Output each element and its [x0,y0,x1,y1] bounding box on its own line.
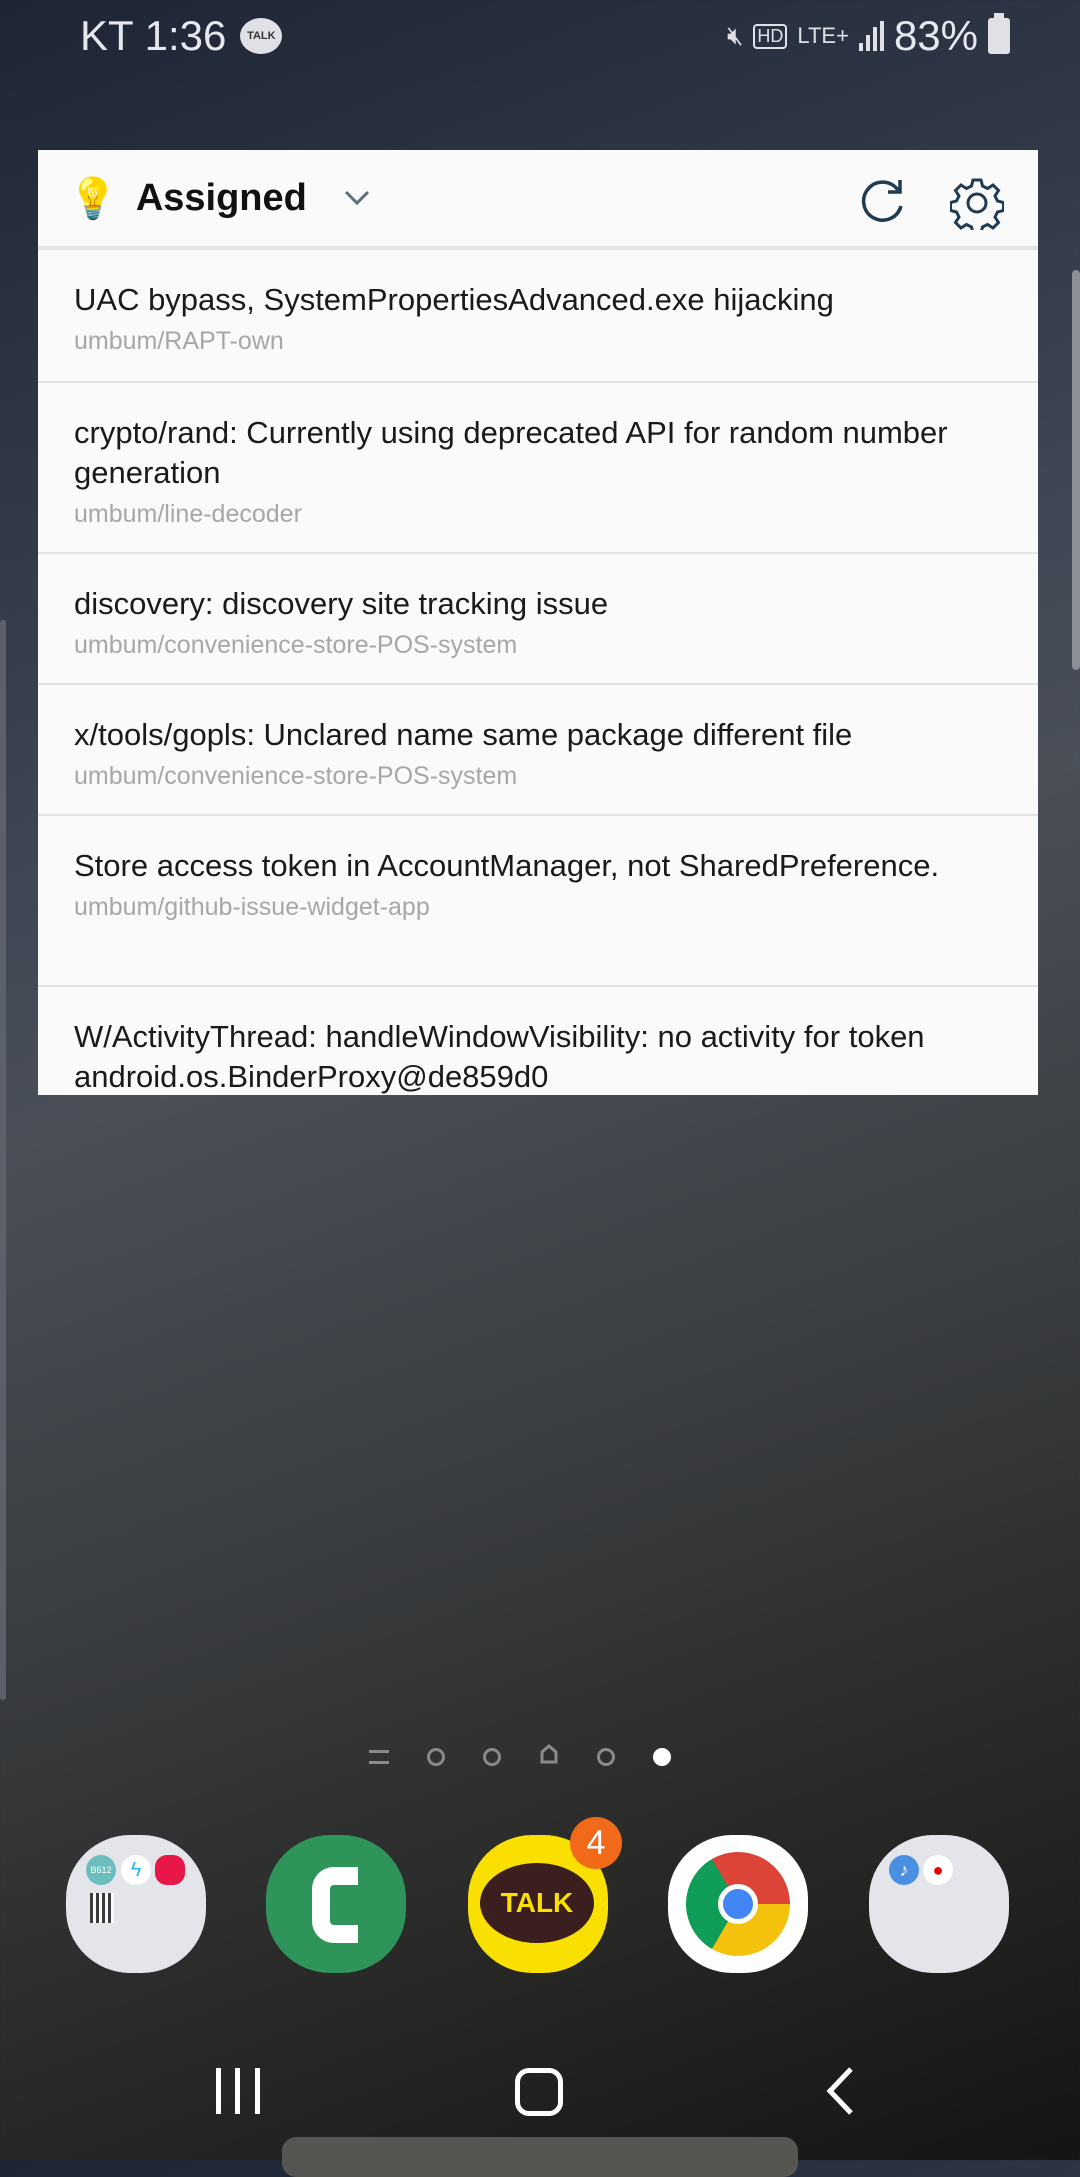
issue-title: W/ActivityThread: handleWindowVisibility… [74,1019,925,1094]
edge-panel-handle-left[interactable] [0,620,6,1700]
issue-item[interactable]: W/ActivityThread: handleWindowVisibility… [38,987,1038,1095]
issue-title: Store access token in AccountManager, no… [74,848,940,883]
mute-icon: 🔇︎ [726,20,744,50]
issue-item[interactable]: crypto/rand: Currently using deprecated … [38,383,1038,554]
hd-icon: HD [753,23,788,49]
issue-title: discovery: discovery site tracking issue [74,586,609,621]
issue-title: UAC bypass, SystemPropertiesAdvanced.exe… [74,282,834,317]
chevron-down-icon[interactable] [343,183,371,214]
home-button[interactable] [515,2068,563,2116]
apps-list-indicator-icon[interactable] [369,1749,389,1764]
chrome-app[interactable] [668,1835,808,1973]
kakaotalk-app[interactable]: TALK 4 [468,1817,622,1973]
issue-repo: umbum/line-decoder [74,500,302,528]
youtube-music-icon: ● [923,1855,953,1885]
page-dot-current[interactable] [653,1747,671,1766]
camera-app-icon [155,1855,185,1885]
status-bar: KT 1:36 TALK 🔇︎ HD LTE+ 83% [0,0,1080,70]
recent-apps-button[interactable] [216,2068,260,2114]
issue-item[interactable]: UAC bypass, SystemPropertiesAdvanced.exe… [38,250,1038,383]
lightbulb-icon: 💡 [68,176,118,221]
widget-header: 💡 Assigned [38,150,1038,250]
signal-icon [858,21,884,51]
issue-item[interactable]: Store access token in AccountManager, no… [38,816,1038,987]
home-page-icon[interactable] [539,1744,559,1769]
page-dot[interactable] [427,1747,445,1766]
kakaotalk-bubble-icon: TALK [480,1863,594,1943]
b612-icon: B612 [86,1855,116,1885]
battery-percent: 83% [893,12,978,59]
edge-panel-handle[interactable] [1072,270,1080,670]
phone-app[interactable] [266,1835,406,1973]
notification-badge: 4 [570,1817,622,1869]
issue-repo: umbum/RAPT-own [74,327,284,355]
folder-media-apps[interactable]: ♪ ● [869,1835,1009,1973]
carrier-time: KT 1:36 [80,12,227,59]
phone-icon [312,1867,358,1943]
kakaotalk-notification-icon: TALK [240,18,283,54]
page-indicator [0,1744,1080,1769]
page-dot[interactable] [483,1747,501,1766]
battery-icon [988,13,1010,54]
folder-camera-apps[interactable]: B612 ϟ [66,1835,206,1973]
navigation-bar [0,2060,1080,2120]
issue-repo: umbum/github-issue-widget-app [74,893,430,921]
issue-title: crypto/rand: Currently using deprecated … [74,415,948,490]
gear-icon[interactable] [949,176,1005,235]
back-button[interactable] [825,2066,855,2121]
network-icon: LTE+ [797,23,849,48]
issue-item[interactable]: x/tools/gopls: Unclared name same packag… [38,685,1038,816]
lightning-app-icon: ϟ [121,1855,151,1885]
filter-title[interactable]: Assigned [136,177,307,220]
page-dot[interactable] [597,1747,615,1766]
issue-item[interactable]: discovery: discovery site tracking issue… [38,554,1038,685]
qr-scanner-icon [90,1893,114,1923]
refresh-icon[interactable] [858,176,908,231]
app-drawer-handle[interactable] [282,2137,798,2177]
chrome-center-icon [718,1884,758,1924]
issue-title: x/tools/gopls: Unclared name same packag… [74,717,853,752]
issue-widget: 💡 Assigned UAC bypass, SystemPropertiesA… [38,150,1038,1095]
issue-list[interactable]: UAC bypass, SystemPropertiesAdvanced.exe… [38,250,1038,1095]
issue-repo: umbum/convenience-store-POS-system [74,762,518,790]
issue-repo: umbum/convenience-store-POS-system [74,631,518,659]
music-app-icon: ♪ [889,1855,919,1885]
